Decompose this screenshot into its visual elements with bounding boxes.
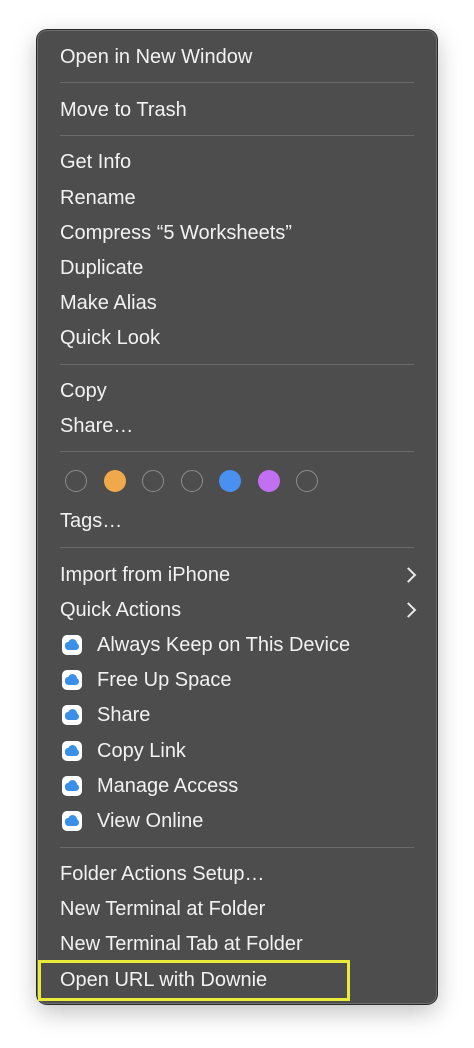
highlight-box: [38, 960, 350, 1001]
tag-dot[interactable]: [258, 470, 280, 492]
menu-item-label: Compress “5 Worksheets”: [60, 221, 292, 244]
menu-item-folder-actions-setup[interactable]: Folder Actions Setup…: [38, 857, 436, 891]
menu-item-label: Copy: [60, 379, 107, 402]
menu-item-move-to-trash[interactable]: Move to Trash: [38, 93, 436, 127]
menu-item-label: Move to Trash: [60, 98, 187, 121]
menu-item-label: Manage Access: [97, 774, 239, 797]
menu-item-label: Share: [97, 703, 151, 726]
menu-item-compress[interactable]: Compress “5 Worksheets”: [38, 216, 436, 250]
menu-item-new-terminal-at-folder[interactable]: New Terminal at Folder: [38, 892, 436, 926]
menu-item-get-info[interactable]: Get Info: [38, 145, 436, 179]
context-menu: Open in New Window Move to Trash Get Inf…: [37, 30, 437, 1004]
tag-color-row: [38, 468, 436, 494]
menu-item-tags[interactable]: Tags…: [38, 504, 436, 538]
tag-dot[interactable]: [181, 470, 203, 492]
menu-item-always-keep-on-device[interactable]: Always Keep on This Device: [38, 628, 436, 662]
menu-item-rename[interactable]: Rename: [38, 181, 436, 215]
menu-item-label: Make Alias: [60, 291, 157, 314]
icloud-icon: [62, 811, 82, 831]
icloud-icon: [62, 670, 82, 690]
menu-item-label: New Terminal Tab at Folder: [60, 932, 303, 955]
chevron-right-icon: [400, 567, 417, 583]
menu-item-label: Duplicate: [60, 256, 144, 279]
menu-item-quick-look[interactable]: Quick Look: [38, 321, 436, 355]
menu-item-quick-actions[interactable]: Quick Actions: [38, 593, 436, 627]
menu-item-label: Open in New Window: [60, 45, 253, 68]
menu-item-open-in-new-window[interactable]: Open in New Window: [38, 40, 436, 74]
icloud-icon: [62, 741, 82, 761]
menu-item-label: Quick Actions: [60, 598, 182, 621]
menu-item-manage-access[interactable]: Manage Access: [38, 769, 436, 803]
icloud-icon: [62, 705, 82, 725]
menu-item-label: New Terminal at Folder: [60, 897, 266, 920]
tag-dot[interactable]: [219, 470, 241, 492]
tag-dot[interactable]: [104, 470, 126, 492]
menu-separator: [60, 364, 414, 365]
menu-item-duplicate[interactable]: Duplicate: [38, 251, 436, 285]
menu-item-label: Share…: [60, 414, 134, 437]
menu-item-copy[interactable]: Copy: [38, 374, 436, 408]
menu-separator: [60, 82, 414, 83]
menu-item-label: Rename: [60, 186, 136, 209]
menu-item-label: Folder Actions Setup…: [60, 862, 265, 885]
menu-item-import-from-iphone[interactable]: Import from iPhone: [38, 558, 436, 592]
menu-separator: [60, 547, 414, 548]
menu-item-label: Free Up Space: [97, 668, 232, 691]
menu-item-label: Always Keep on This Device: [97, 633, 351, 656]
tag-dot[interactable]: [296, 470, 318, 492]
chevron-right-icon: [400, 602, 417, 618]
menu-item-view-online[interactable]: View Online: [38, 804, 436, 838]
menu-item-copy-link[interactable]: Copy Link: [38, 734, 436, 768]
tag-dot[interactable]: [65, 470, 87, 492]
menu-separator: [60, 451, 414, 452]
menu-item-label: Copy Link: [97, 739, 186, 762]
menu-item-label: Quick Look: [60, 326, 161, 349]
menu-item-new-terminal-tab-at-folder[interactable]: New Terminal Tab at Folder: [38, 927, 436, 961]
menu-item-label: View Online: [97, 809, 204, 832]
icloud-icon: [62, 776, 82, 796]
tag-dot[interactable]: [142, 470, 164, 492]
menu-separator: [60, 847, 414, 848]
icloud-icon: [62, 635, 82, 655]
menu-item-label: Import from iPhone: [60, 563, 231, 586]
menu-item-free-up-space[interactable]: Free Up Space: [38, 663, 436, 697]
menu-item-label: Get Info: [60, 150, 132, 173]
menu-item-icloud-share[interactable]: Share: [38, 698, 436, 732]
menu-item-share[interactable]: Share…: [38, 409, 436, 443]
menu-item-make-alias[interactable]: Make Alias: [38, 286, 436, 320]
menu-separator: [60, 135, 414, 136]
menu-item-label: Tags…: [60, 509, 123, 532]
